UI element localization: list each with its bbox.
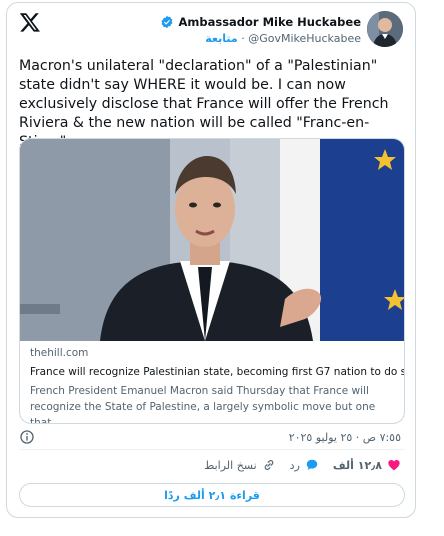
heart-icon [388, 460, 400, 471]
link-headline: France will recognize Palestinian state,… [30, 366, 405, 378]
author-display-name[interactable]: Ambassador Mike Huckabee [178, 15, 361, 29]
read-replies-button[interactable]: قراءة ٢٫١ ألف ردًا [19, 483, 405, 507]
separator-dot: · [241, 32, 245, 45]
avatar[interactable] [367, 11, 403, 47]
like-count: ١٢٫٨ ألف [332, 458, 382, 472]
x-logo-icon[interactable] [19, 11, 41, 33]
article-photo [20, 139, 404, 341]
follow-button[interactable]: متابعة [205, 32, 237, 45]
tweet-card: Ambassador Mike Huckabee متابعة · @GovMi… [6, 2, 416, 518]
link-domain: thehill.com [30, 347, 89, 359]
divider [19, 449, 405, 450]
author-handle[interactable]: @GovMikeHuckabee [248, 32, 361, 45]
author-block: Ambassador Mike Huckabee متابعة · @GovMi… [160, 15, 361, 45]
link-preview-card[interactable]: thehill.com France will recognize Palest… [19, 138, 405, 424]
link-description: French President Emanuel Macron said Thu… [30, 385, 376, 424]
tweet-timestamp[interactable]: ٧:٥٥ ص · ٢٥ يوليو ٢٠٢٥ [289, 431, 401, 444]
info-icon[interactable] [19, 429, 35, 445]
copy-link-label: نسخ الرابط [204, 458, 257, 472]
link-icon [264, 460, 273, 470]
reply-action[interactable]: رد [290, 458, 319, 472]
verified-badge-icon [162, 15, 173, 29]
reply-label: رد [289, 458, 300, 472]
reply-bubble-icon [306, 459, 318, 470]
action-bar: ١٢٫٨ ألف رد نسخ الرابط [204, 458, 401, 472]
copy-link-action[interactable]: نسخ الرابط [204, 458, 276, 472]
like-action[interactable]: ١٢٫٨ ألف [333, 458, 401, 472]
